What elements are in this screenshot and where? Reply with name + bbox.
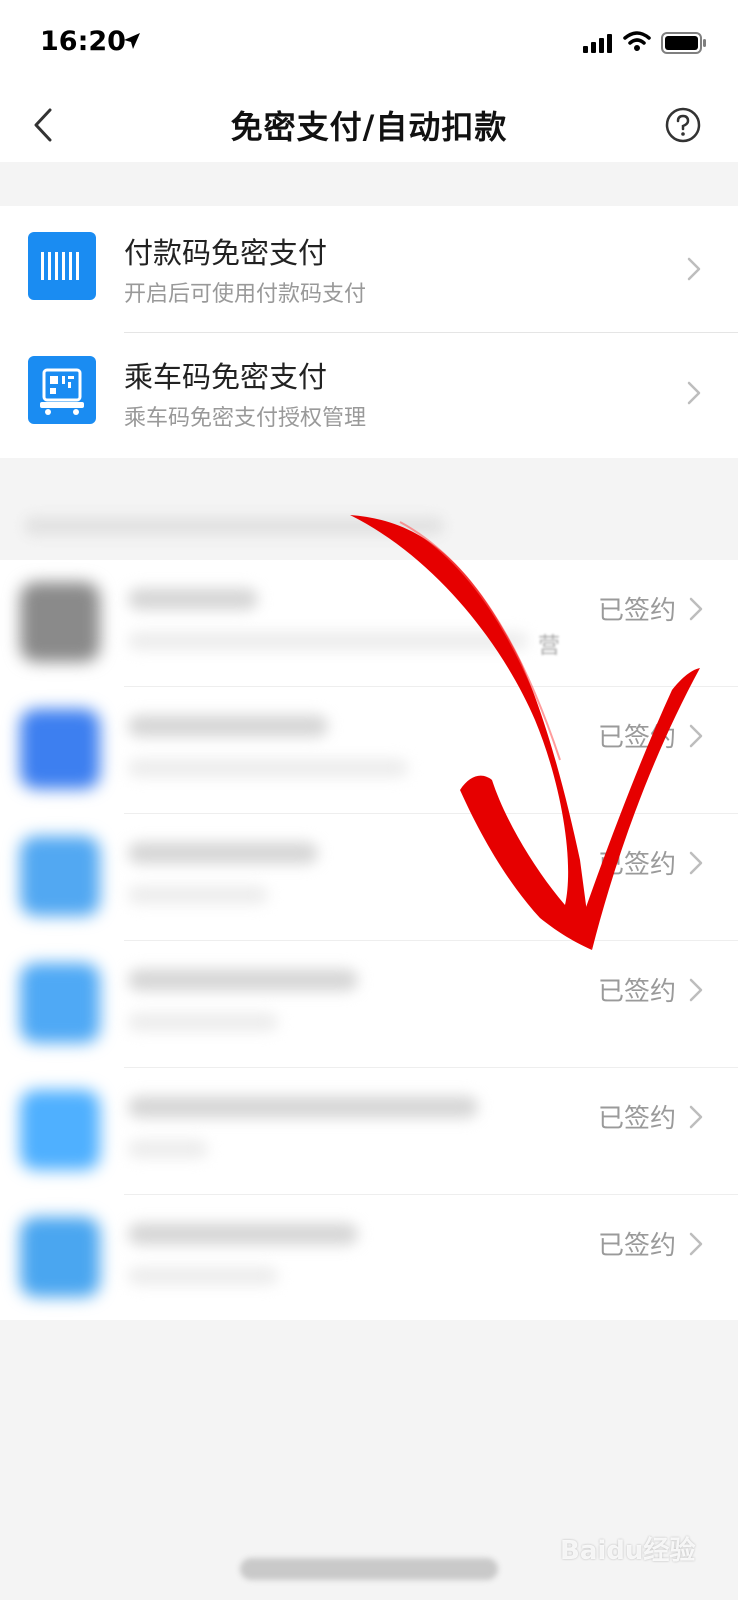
status-label: 已签约 [598,1104,677,1134]
partial-text-fragment: 营 [538,634,561,659]
payment-settings-card: 付款码免密支付 开启后可使用付款码支付 乘车码免密支付 乘车码免密支付授权管理 [0,206,738,458]
battery-icon [661,32,706,54]
home-indicator[interactable] [240,1558,498,1580]
status-bar: 16:20 [0,0,738,88]
chevron-right-icon [687,257,701,281]
blurred-title [128,1223,358,1245]
chevron-right-icon [689,978,703,1002]
blurred-subtitle [128,1013,278,1031]
help-button[interactable] [664,106,702,144]
status-label: 已签约 [598,1231,677,1261]
service-avatar [20,963,100,1043]
chevron-right-icon [689,1232,703,1256]
location-arrow-icon [124,33,140,49]
list-item-transit-code[interactable]: 乘车码免密支付 乘车码免密支付授权管理 [0,332,738,458]
chevron-right-icon [687,381,701,405]
blurred-title [128,715,328,737]
blurred-subtitle [128,759,408,777]
chevron-right-icon [689,851,703,875]
list-item[interactable]: 已签约 [0,814,738,941]
watermark: Baidu经验 [560,1536,696,1566]
chevron-right-icon [689,724,703,748]
list-item[interactable]: 已签约 [0,687,738,814]
list-item[interactable]: 已签约 [0,941,738,1068]
cellular-signal-icon [583,34,612,53]
blurred-subtitle [128,1267,278,1285]
blurred-subtitle [128,1140,208,1158]
status-label: 已签约 [598,596,677,626]
signed-services-list: 已签约 已签约 已签约 已签约 已签约 已签约 [0,560,738,1320]
service-avatar [20,836,100,916]
blurred-title [128,969,358,991]
list-item[interactable]: 已签约 [0,560,738,687]
service-avatar [20,1090,100,1170]
blurred-title [128,1096,478,1118]
service-avatar [20,709,100,789]
question-circle-icon [665,107,701,143]
chevron-right-icon [689,1105,703,1129]
row-title: 乘车码免密支付 [124,360,328,394]
section-header-blurred [24,516,444,536]
wifi-icon [623,31,651,51]
service-avatar [20,1217,100,1297]
navigation-bar: 免密支付/自动扣款 [0,88,738,162]
list-item-payment-code[interactable]: 付款码免密支付 开启后可使用付款码支付 [0,206,738,333]
barcode-icon [28,232,96,300]
page-title: 免密支付/自动扣款 [230,108,508,146]
blurred-title [128,588,258,610]
status-label: 已签约 [598,723,677,753]
status-label: 已签约 [598,850,677,880]
blurred-subtitle [128,632,528,650]
blurred-title [128,842,318,864]
bus-qr-icon [28,356,96,424]
blurred-subtitle [128,886,268,904]
status-label: 已签约 [598,977,677,1007]
service-avatar [20,582,100,662]
row-subtitle: 乘车码免密支付授权管理 [124,406,367,431]
list-item[interactable]: 已签约 [0,1068,738,1195]
list-item[interactable]: 已签约 [0,1195,738,1322]
row-subtitle: 开启后可使用付款码支付 [124,282,367,307]
status-time: 16:20 [40,26,126,57]
row-title: 付款码免密支付 [124,236,328,270]
chevron-right-icon [689,597,703,621]
